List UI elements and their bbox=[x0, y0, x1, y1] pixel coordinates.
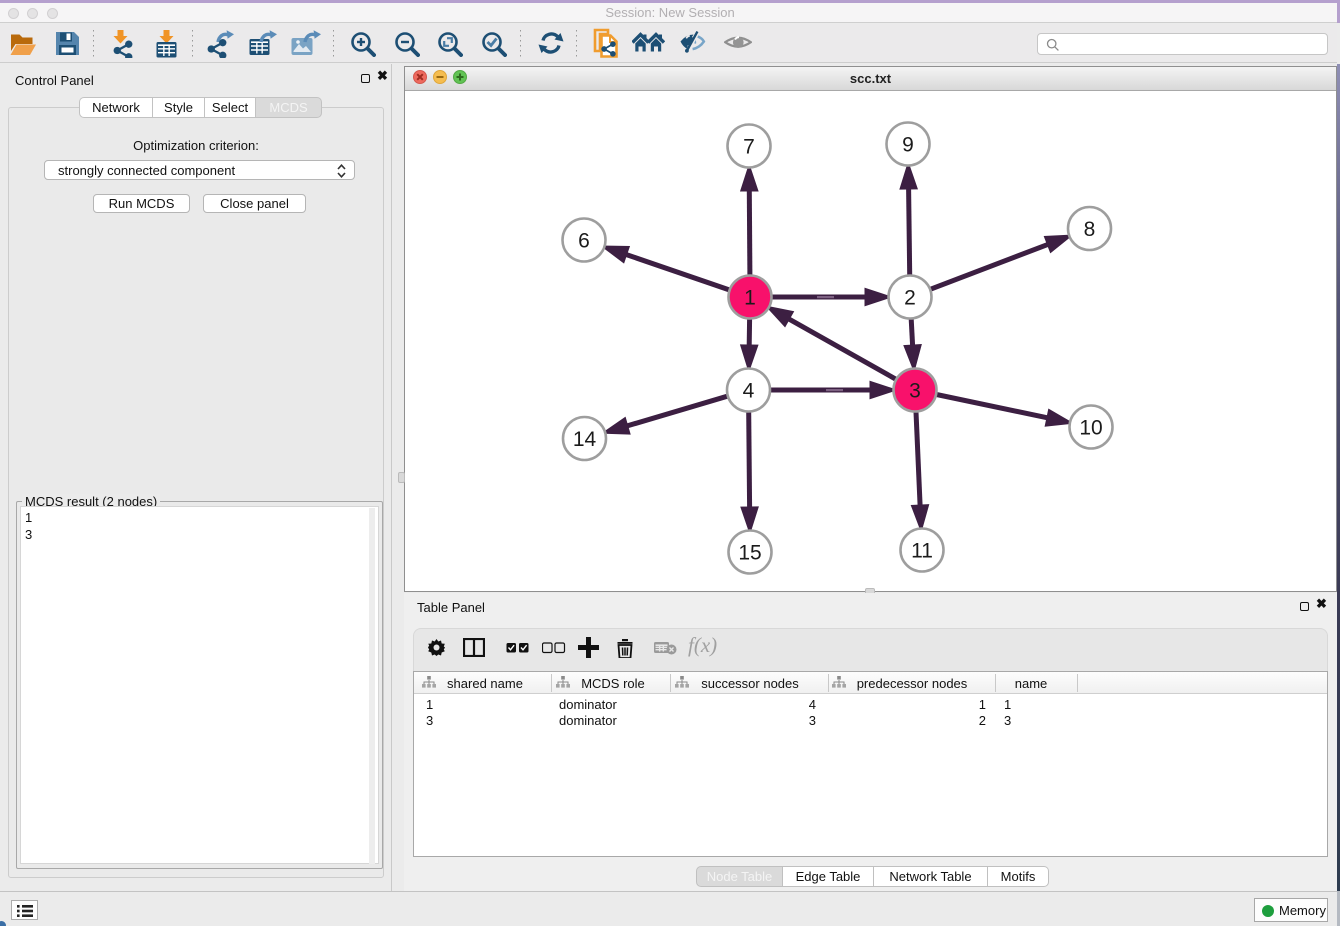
svg-text:8: 8 bbox=[1084, 218, 1096, 241]
svg-text:14: 14 bbox=[573, 428, 597, 451]
svg-text:3: 3 bbox=[909, 380, 921, 403]
svg-text:11: 11 bbox=[911, 540, 933, 563]
svg-text:4: 4 bbox=[743, 380, 755, 403]
svg-text:2: 2 bbox=[904, 287, 916, 310]
svg-text:1: 1 bbox=[744, 287, 756, 310]
svg-text:6: 6 bbox=[578, 230, 590, 253]
svg-text:10: 10 bbox=[1079, 417, 1102, 440]
svg-text:15: 15 bbox=[738, 542, 761, 565]
svg-text:9: 9 bbox=[902, 134, 914, 157]
svg-text:7: 7 bbox=[743, 136, 755, 159]
